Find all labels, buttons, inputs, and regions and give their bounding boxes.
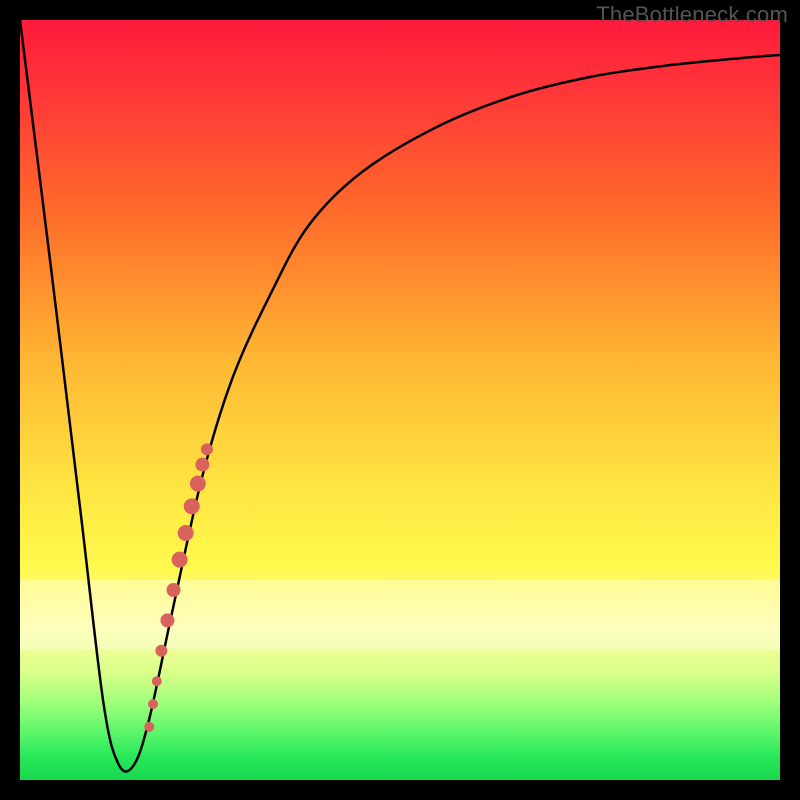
attribution-label: TheBottleneck.com: [596, 2, 788, 28]
scatter-dot: [201, 443, 213, 455]
scatter-dot: [195, 458, 209, 472]
scatter-dot: [160, 613, 174, 627]
chart-plot-area: [20, 20, 780, 780]
scatter-dot: [144, 722, 154, 732]
pale-overlay-band: [20, 580, 780, 650]
scatter-dot: [167, 583, 181, 597]
scatter-dot: [184, 498, 200, 514]
curve-layer: [20, 20, 780, 780]
scatter-dot: [148, 699, 158, 709]
scatter-dot: [178, 525, 194, 541]
scatter-dot: [172, 552, 188, 568]
scatter-dot: [190, 476, 206, 492]
scatter-dot: [152, 676, 162, 686]
scatter-dot: [155, 645, 167, 657]
bottleneck-curve: [20, 20, 780, 771]
scatter-points: [144, 443, 213, 731]
